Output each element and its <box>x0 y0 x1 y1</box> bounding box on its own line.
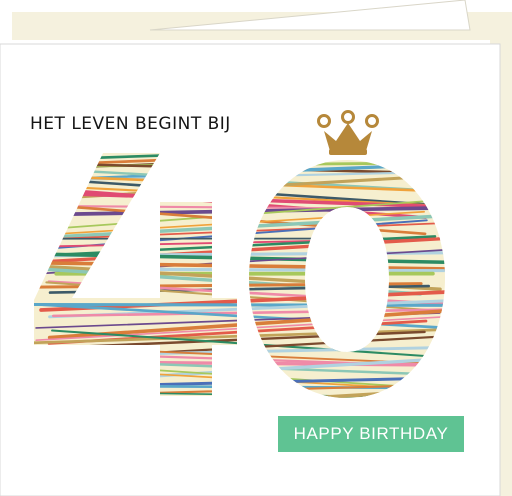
happy-birthday-banner: HAPPY BIRTHDAY <box>278 416 464 452</box>
card-headline: HET LEVEN BEGINT BIJ <box>30 114 231 134</box>
